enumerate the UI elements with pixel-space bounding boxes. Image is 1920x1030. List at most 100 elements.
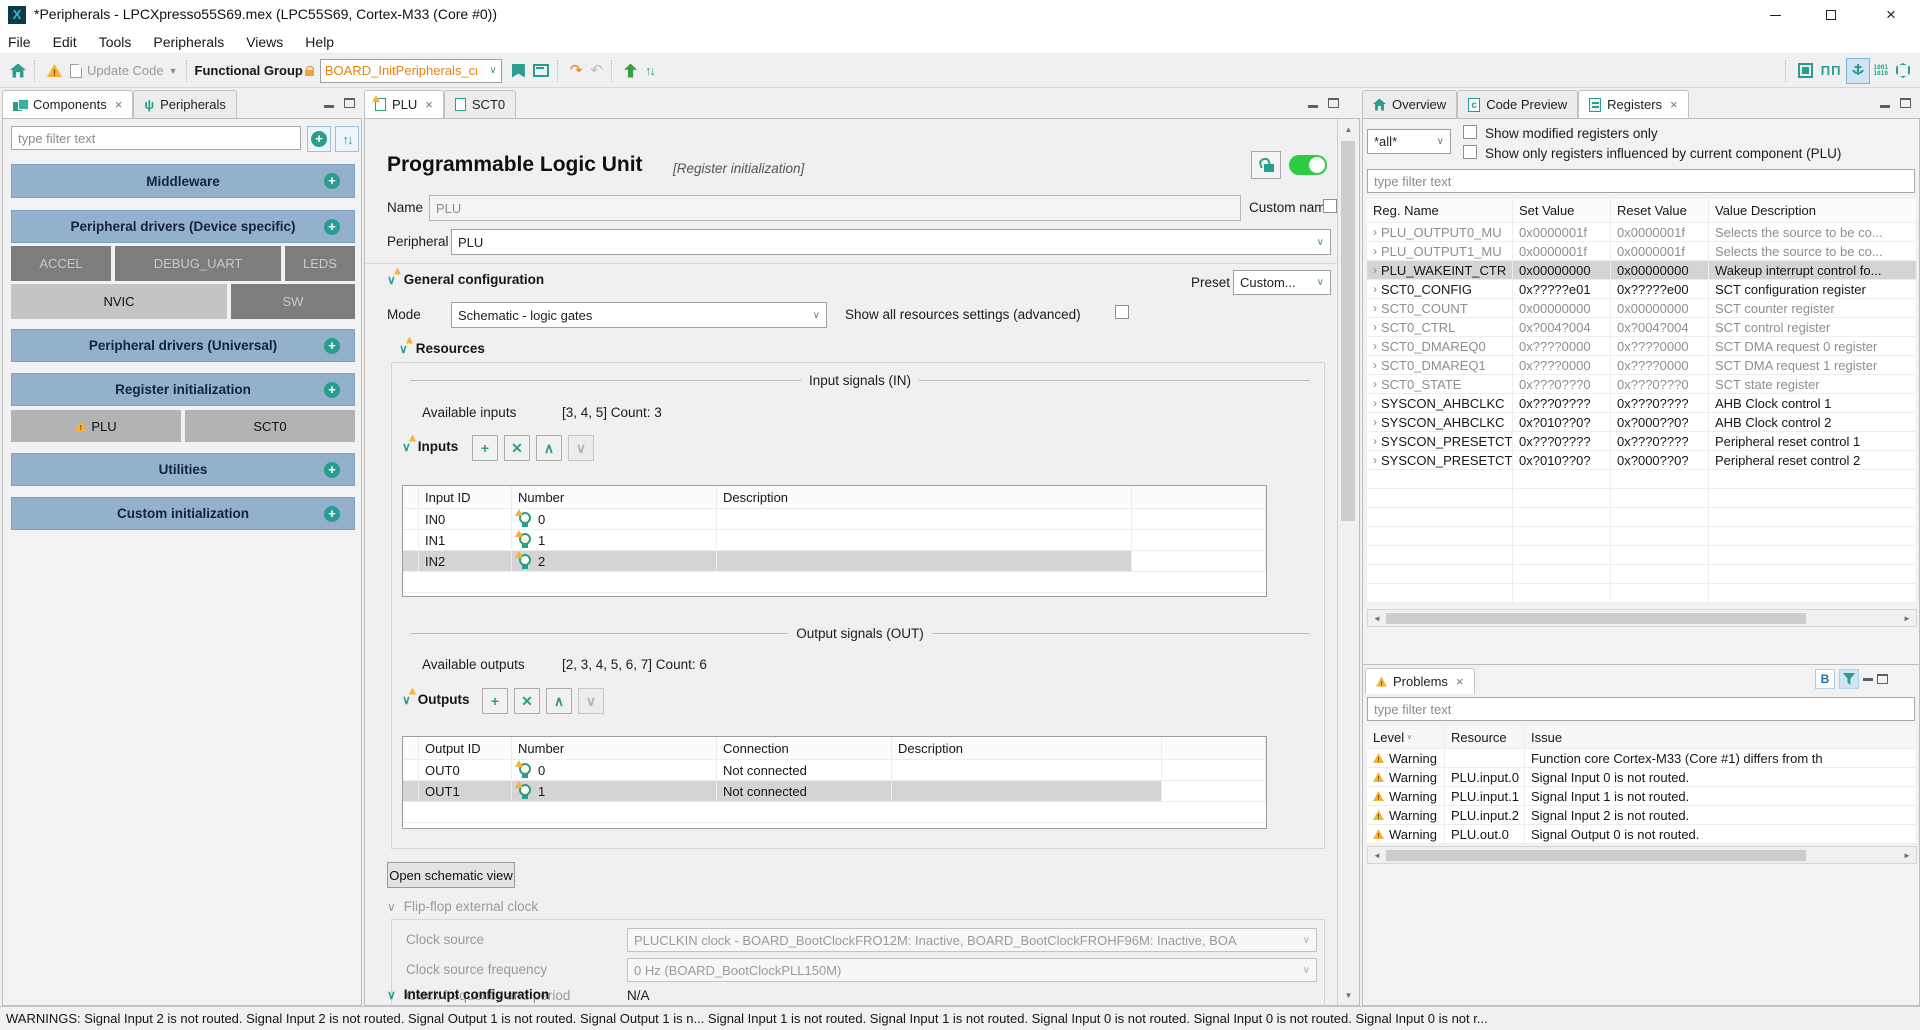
add-input-button[interactable]: + — [472, 435, 498, 461]
register-set-value-cell[interactable]: 0x00000000 — [1513, 261, 1611, 279]
expander-icon[interactable]: › — [1373, 453, 1377, 467]
log-view-button[interactable] — [529, 58, 553, 84]
registers-table-header[interactable]: Reg. Name Set Value Reset Value Value De… — [1367, 199, 1917, 223]
register-set-value-cell[interactable]: 0x?004?004 — [1513, 318, 1611, 336]
scroll-right-arrow[interactable]: ► — [1898, 847, 1916, 863]
resources-header[interactable]: ∨ Resources — [399, 341, 485, 356]
scrollbar-thumb[interactable] — [1386, 613, 1806, 624]
column-header[interactable]: Connection — [717, 737, 892, 759]
registers-filter-input[interactable] — [1367, 169, 1915, 193]
peripheral-enabled-toggle[interactable] — [1289, 155, 1327, 175]
scroll-down-arrow[interactable]: ▼ — [1338, 985, 1359, 1005]
editor-vertical-scrollbar[interactable]: ▲ ▼ — [1337, 119, 1359, 1005]
problems-horizontal-scrollbar[interactable]: ◄ ► — [1367, 846, 1917, 864]
output-number-cell[interactable]: 0 — [512, 760, 717, 780]
row-selector[interactable] — [403, 781, 419, 801]
problem-row[interactable]: WarningFunction core Cortex-M33 (Core #1… — [1367, 749, 1917, 768]
register-row[interactable]: ›SCT0_CONFIG0x?????e010x?????e00SCT conf… — [1367, 280, 1917, 299]
register-row[interactable]: ›SCT0_DMAREQ10x????00000x????0000SCT DMA… — [1367, 356, 1917, 375]
component-nvic[interactable]: NVIC — [11, 284, 227, 319]
collapse-chevron-icon[interactable]: ∨ — [387, 273, 396, 287]
problem-row[interactable]: WarningPLU.input.1Signal Input 1 is not … — [1367, 787, 1917, 806]
register-set-value-cell[interactable]: 0x0000001f — [1513, 223, 1611, 241]
maximize-icon[interactable] — [344, 98, 355, 108]
peripheral-combo[interactable]: PLU ∨ — [451, 229, 1331, 255]
show-influenced-checkbox[interactable] — [1463, 145, 1477, 159]
undo-button[interactable]: ↶ — [586, 58, 607, 84]
register-set-value-cell[interactable]: 0x?????e01 — [1513, 280, 1611, 298]
minimize-icon[interactable] — [324, 105, 334, 108]
add-output-button[interactable]: + — [482, 688, 508, 714]
expander-icon[interactable]: › — [1373, 244, 1377, 258]
plus-icon[interactable]: + — [324, 506, 340, 522]
register-row[interactable]: ›SYSCON_AHBCLKC0x???0????0x???0????AHB C… — [1367, 394, 1917, 413]
plus-icon[interactable]: + — [324, 173, 340, 189]
window-maximize-button[interactable] — [1808, 0, 1854, 30]
expander-icon[interactable]: › — [1373, 225, 1377, 239]
problem-row[interactable]: WarningPLU.input.2Signal Input 2 is not … — [1367, 806, 1917, 825]
register-set-value-cell[interactable]: 0x?010??0? — [1513, 451, 1611, 469]
output-description-cell[interactable] — [892, 760, 1162, 780]
interrupt-section-header[interactable]: ∨ Interrupt configuration — [387, 987, 549, 1002]
tab-plu[interactable]: PLU × — [364, 90, 444, 118]
outputs-table-header[interactable]: Output ID Number Connection Description — [403, 737, 1266, 760]
inputs-header[interactable]: ∨ Inputs — [402, 439, 458, 454]
component-sct0[interactable]: SCT0 — [185, 410, 355, 442]
expander-icon[interactable]: › — [1373, 320, 1377, 334]
general-config-header[interactable]: ∨ General configuration — [387, 272, 544, 287]
section-utilities[interactable]: Utilities + — [11, 453, 355, 486]
row-selector[interactable] — [403, 509, 419, 529]
problems-filter-input[interactable] — [1367, 697, 1915, 721]
expander-icon[interactable]: › — [1373, 301, 1377, 315]
peripherals-tool-button[interactable] — [1846, 58, 1870, 84]
minimize-icon[interactable] — [1863, 678, 1873, 681]
column-header[interactable]: Level˅ — [1367, 727, 1445, 748]
input-description-cell[interactable] — [717, 509, 1132, 529]
plus-icon[interactable]: + — [324, 382, 340, 398]
component-sw[interactable]: SW — [231, 284, 355, 319]
close-icon[interactable]: × — [1456, 674, 1464, 689]
section-register-init[interactable]: Register initialization + — [11, 373, 355, 406]
output-row[interactable]: OUT11Not connected — [403, 781, 1266, 802]
window-close-button[interactable]: × — [1868, 0, 1914, 30]
register-row[interactable]: ›SCT0_CTRL0x?004?0040x?004?004SCT contro… — [1367, 318, 1917, 337]
input-row[interactable]: IN11 — [403, 530, 1266, 551]
scrollbar-thumb[interactable] — [1341, 141, 1355, 521]
scroll-right-arrow[interactable]: ► — [1898, 610, 1916, 626]
row-selector[interactable] — [403, 760, 419, 780]
mode-combo[interactable]: Schematic - logic gates ∨ — [451, 302, 827, 328]
register-row[interactable]: ›PLU_OUTPUT1_MU0x0000001f0x0000001fSelec… — [1367, 242, 1917, 261]
input-row[interactable]: IN22 — [403, 551, 1266, 572]
lock-button[interactable] — [1251, 151, 1281, 179]
section-custom-init[interactable]: Custom initialization + — [11, 497, 355, 530]
collapse-chevron-icon[interactable]: ∨ — [387, 988, 396, 1002]
section-device-specific[interactable]: Peripheral drivers (Device specific) + — [11, 210, 355, 243]
component-leds[interactable]: LEDS — [285, 246, 355, 281]
pins-tool-button[interactable]: ΠΠ — [1817, 58, 1846, 84]
outputs-header[interactable]: ∨ Outputs — [402, 692, 470, 707]
remove-output-button[interactable]: ✕ — [514, 688, 540, 714]
problems-b-button[interactable]: B — [1815, 669, 1835, 689]
collapse-chevron-icon[interactable]: ∨ — [399, 342, 408, 356]
maximize-icon[interactable] — [1900, 98, 1911, 108]
home-button[interactable] — [6, 58, 30, 84]
chip-tool-button[interactable] — [1794, 58, 1817, 84]
custom-name-checkbox[interactable] — [1323, 199, 1337, 213]
scroll-up-arrow[interactable]: ▲ — [1338, 119, 1359, 139]
plus-icon[interactable]: + — [324, 219, 340, 235]
update-code-button[interactable]: Update Code ▼ — [66, 58, 182, 84]
expander-icon[interactable]: › — [1373, 434, 1377, 448]
sort-components-button[interactable]: ↑↓ — [335, 126, 359, 152]
register-set-value-cell[interactable]: 0x????0000 — [1513, 356, 1611, 374]
input-description-cell[interactable] — [717, 551, 1132, 571]
maximize-icon[interactable] — [1877, 674, 1888, 684]
menu-edit[interactable]: Edit — [53, 34, 77, 50]
section-middleware[interactable]: Middleware + — [11, 164, 355, 198]
import-button[interactable] — [620, 58, 641, 84]
problem-row[interactable]: WarningPLU.out.0Signal Output 0 is not r… — [1367, 825, 1917, 844]
plus-icon[interactable]: + — [324, 462, 340, 478]
register-row[interactable]: ›SYSCON_PRESETCT0x???0????0x???0????Peri… — [1367, 432, 1917, 451]
output-description-cell[interactable] — [892, 781, 1162, 801]
output-number-cell[interactable]: 1 — [512, 781, 717, 801]
expander-icon[interactable]: › — [1373, 396, 1377, 410]
